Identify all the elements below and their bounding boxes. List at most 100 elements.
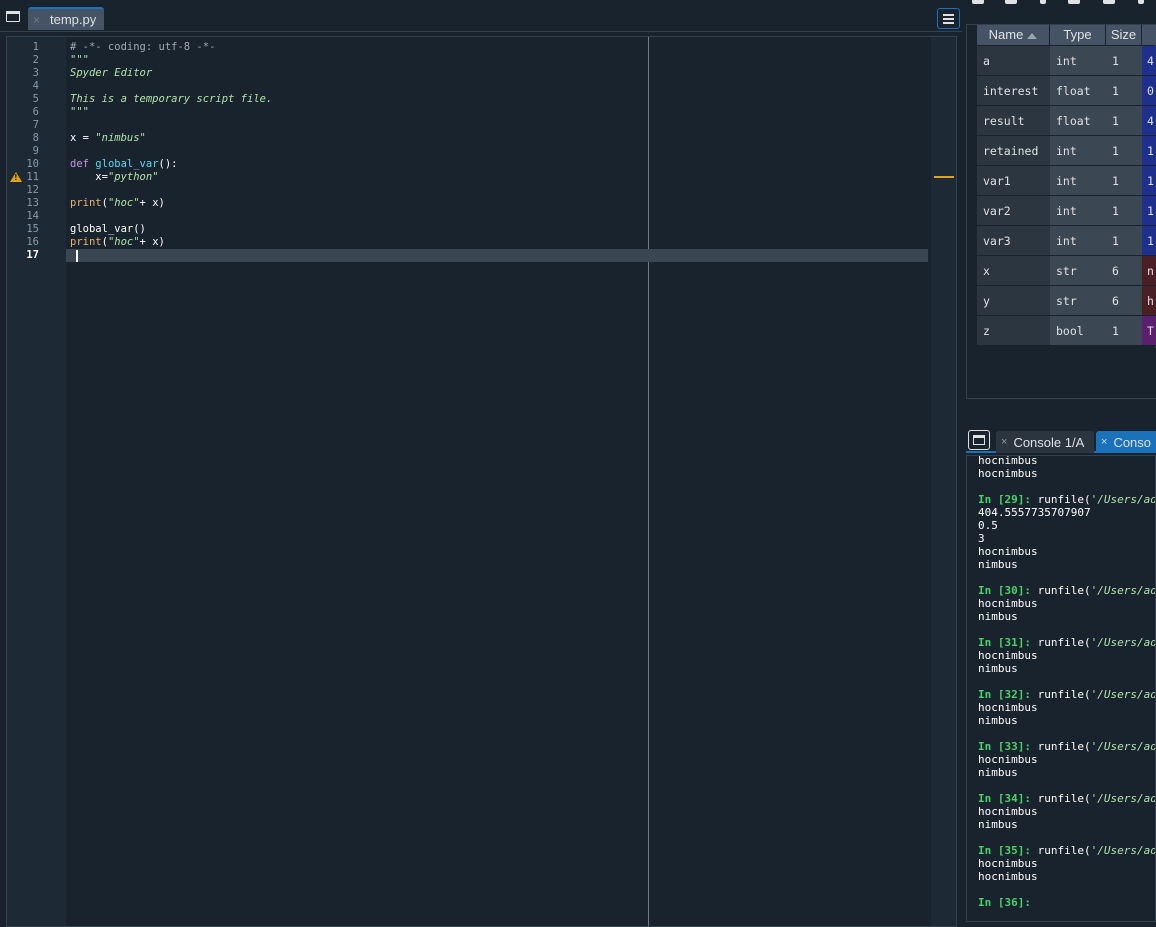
code-token: x = — [70, 132, 96, 144]
browse-consoles-button[interactable] — [968, 430, 990, 450]
variable-row[interactable]: x str 6 n — [977, 256, 1156, 286]
code-line: def global_var(): — [70, 158, 177, 171]
console-code: runfile( — [1030, 740, 1091, 753]
console-output-line: hocnimbus — [978, 857, 1038, 870]
variable-size-cell: 6 — [1106, 256, 1142, 286]
variable-explorer: Name Type Size a int 1 4 interest float 1 0 resu… — [966, 24, 1156, 399]
variable-row[interactable]: var1 int 1 1 — [977, 166, 1156, 196]
console-output-line: 404.5557735707907 — [978, 506, 1091, 519]
toolbar-icon[interactable] — [1138, 0, 1144, 4]
toolbar-icon[interactable] — [1040, 0, 1046, 4]
variable-name-cell: var3 — [977, 226, 1050, 256]
console-prompt: In [29]: — [978, 493, 1031, 506]
console-output-line: nimbus — [978, 662, 1018, 675]
code-token: (): — [158, 158, 178, 170]
options-menu-button[interactable] — [937, 8, 960, 29]
column-header-value[interactable] — [1142, 25, 1156, 45]
console-input-line: In [32]: runfile('/Users/ad — [978, 688, 1155, 701]
console-path-string: '/Users/ad — [1090, 740, 1156, 753]
variable-value-cell: 1 — [1142, 196, 1156, 226]
variable-row[interactable]: result float 1 4 — [977, 106, 1156, 136]
code-token: print — [70, 236, 102, 248]
console-code: runfile( — [1030, 792, 1091, 805]
variable-value-cell: h — [1142, 286, 1156, 316]
code-line: x = "nimbus" — [70, 132, 146, 145]
column-header-name[interactable]: Name — [977, 25, 1050, 45]
line-number: 1 — [32, 41, 39, 53]
tab-temp-py[interactable]: × temp.py — [28, 7, 104, 30]
editor-pane: × temp.py 1234567891011121314151617 # -*… — [0, 5, 962, 927]
toolbar-icon[interactable] — [1068, 0, 1080, 4]
console-prompt: In [36]: — [978, 896, 1031, 909]
code-line: This is a temporary script file. — [70, 93, 272, 106]
code-area[interactable]: # -*- coding: utf-8 -*- """ Spyder Editor T… — [66, 37, 930, 926]
console-output-line: hocnimbus — [978, 545, 1038, 558]
line-number: 5 — [32, 93, 39, 105]
ipython-console[interactable]: hocnimbus hocnimbus In [29]: runfile('/Use… — [966, 455, 1156, 922]
variable-value-cell: n — [1142, 256, 1156, 286]
line-number: 16 — [26, 236, 39, 248]
code-editor[interactable]: 1234567891011121314151617 # -*- coding: … — [6, 36, 957, 927]
toolbar-icon[interactable] — [1005, 0, 1017, 4]
column-header-type[interactable]: Type — [1050, 25, 1106, 45]
variable-row[interactable]: var2 int 1 1 — [977, 196, 1156, 226]
console-prompt: In [34]: — [978, 792, 1031, 805]
hamburger-icon — [943, 22, 954, 24]
console-output-line: hocnimbus — [978, 805, 1038, 818]
tab-console-1a[interactable]: × Console 1/A — [996, 431, 1094, 453]
line-number: 2 — [32, 54, 39, 66]
line-number: 10 — [26, 158, 39, 170]
console-code: runfile( — [1030, 688, 1091, 701]
code-line: Spyder Editor — [70, 67, 152, 80]
variable-type-cell: bool — [1050, 316, 1106, 346]
variable-row[interactable]: var3 int 1 1 — [977, 226, 1156, 256]
toolbar-icon[interactable] — [972, 0, 984, 4]
editor-tabbar: × temp.py — [0, 5, 962, 32]
console-output-line: hocnimbus — [978, 753, 1038, 766]
close-icon[interactable]: × — [1101, 436, 1107, 448]
close-icon[interactable]: × — [1001, 436, 1007, 448]
toolbar-icon[interactable] — [1103, 0, 1115, 4]
close-icon[interactable]: × — [33, 13, 45, 27]
line-number: 9 — [32, 145, 39, 157]
vertical-scrollbar[interactable] — [931, 37, 956, 926]
code-token: "hoc" — [107, 236, 140, 248]
browse-tabs-button[interactable] — [4, 9, 22, 25]
console-output-line: nimbus — [978, 610, 1018, 623]
console-output-line: nimbus — [978, 558, 1018, 571]
variable-value-cell: 1 — [1142, 166, 1156, 196]
console-prompt: In [33]: — [978, 740, 1031, 753]
current-line-highlight — [66, 249, 928, 262]
code-token: "nimbus" — [95, 132, 146, 144]
variable-row[interactable]: y str 6 h — [977, 286, 1156, 316]
line-number: 3 — [32, 67, 39, 79]
variable-row[interactable]: interest float 1 0 — [977, 76, 1156, 106]
variable-type-cell: str — [1050, 286, 1106, 316]
warning-flag-marker[interactable] — [934, 176, 954, 178]
variable-row[interactable]: retained int 1 1 — [977, 136, 1156, 166]
variable-size-cell: 1 — [1106, 46, 1142, 76]
code-token: """ — [70, 106, 89, 118]
line-number: 8 — [32, 132, 39, 144]
warning-icon[interactable] — [10, 172, 22, 182]
console-output-line: nimbus — [978, 714, 1018, 727]
tab-label: Console 1/A — [1013, 434, 1085, 450]
variable-row[interactable]: a int 1 4 — [977, 46, 1156, 76]
code-line: print("hoc"+ x) — [70, 197, 165, 210]
console-output-line: nimbus — [978, 766, 1018, 779]
console-input-line: In [34]: runfile('/Users/ad — [978, 792, 1155, 805]
tab-console-active[interactable]: × Conso — [1096, 431, 1156, 453]
code-token: x= — [70, 171, 108, 183]
console-output-line: hocnimbus — [978, 701, 1038, 714]
variable-row[interactable]: z bool 1 T — [977, 316, 1156, 346]
variable-value-cell: 1 — [1142, 226, 1156, 256]
console-prompt: In [30]: — [978, 584, 1031, 597]
line-number: 13 — [26, 197, 39, 209]
column-header-size[interactable]: Size — [1106, 25, 1142, 45]
variable-name-cell: var2 — [977, 196, 1050, 226]
console-input-line: In [31]: runfile('/Users/ad — [978, 636, 1155, 649]
console-path-string: '/Users/ad — [1090, 493, 1156, 506]
variable-name-cell: interest — [977, 76, 1050, 106]
variable-value-cell: T — [1142, 316, 1156, 346]
code-line: global_var() — [70, 223, 146, 236]
